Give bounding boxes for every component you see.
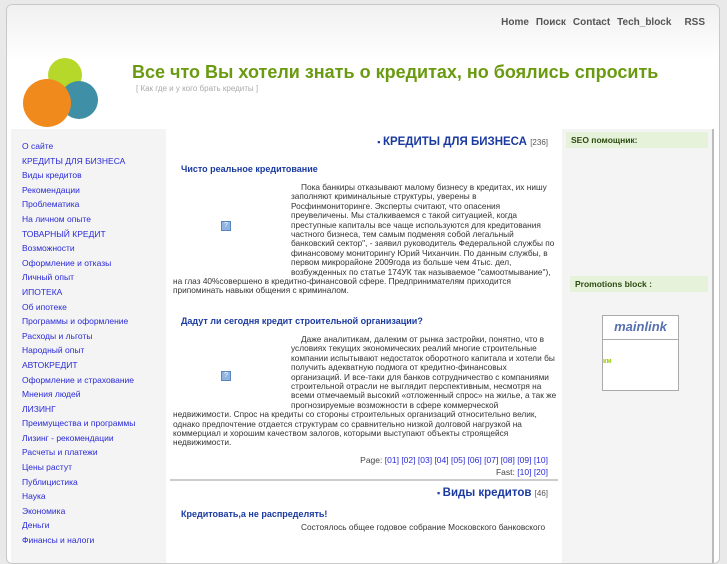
sidebar-item[interactable]: ЛИЗИНГ: [22, 402, 166, 417]
article-title[interactable]: Кредитовать,а не распределять!: [181, 509, 562, 519]
page-frame: Home Поиск Contact Tech_block RSS Все чт…: [6, 4, 720, 564]
page-link[interactable]: [02]: [401, 455, 415, 465]
sidebar-item[interactable]: Публицистика: [22, 475, 166, 490]
sidebar: О сайте КРЕДИТЫ ДЛЯ БИЗНЕСА Виды кредитов Р…: [11, 129, 166, 563]
sidebar-item[interactable]: Деньги: [22, 518, 166, 533]
sidebar-item[interactable]: ИПОТЕКА: [22, 285, 166, 300]
section-count: [236]: [530, 138, 548, 147]
section-heading: ▪ КРЕДИТЫ ДЛЯ БИЗНЕСА [236]: [377, 136, 548, 148]
top-nav: Home Поиск Contact Tech_block RSS: [501, 17, 705, 28]
nav-rss[interactable]: RSS: [684, 17, 705, 28]
page-link[interactable]: [06]: [468, 455, 482, 465]
sidebar-item[interactable]: Виды кредитов: [22, 168, 166, 183]
article-title[interactable]: Чисто реальное кредитование: [181, 164, 562, 174]
fast-label: Fast:: [495, 466, 515, 477]
page-link[interactable]: [07]: [484, 455, 498, 465]
sidebar-item[interactable]: Экономика: [22, 504, 166, 519]
page-link[interactable]: [05]: [451, 455, 465, 465]
main-content: ▪ КРЕДИТЫ ДЛЯ БИЗНЕСА [236] Чисто реальн…: [166, 129, 562, 563]
page-link[interactable]: [20]: [534, 467, 548, 477]
sidebar-item[interactable]: Наука: [22, 489, 166, 504]
section-count: [46]: [534, 489, 548, 498]
promo-text: км: [603, 358, 612, 365]
image-placeholder-icon: ?: [221, 370, 231, 381]
article: ? Даже аналитикам, далеким от рынка заст…: [166, 334, 562, 448]
sidebar-item[interactable]: Проблематика: [22, 197, 166, 212]
sidebar-item[interactable]: Об ипотеке: [22, 300, 166, 315]
sidebar-item[interactable]: О сайте: [22, 139, 166, 154]
web20-logo: [23, 58, 98, 127]
sidebar-item[interactable]: Финансы и налоги: [22, 533, 166, 548]
pagination: Page: [01] [02] [03] [04] [05] [06] [07]…: [166, 454, 562, 478]
nav-contact[interactable]: Contact: [573, 17, 610, 28]
article: Состоялось общее годовое собрание Москов…: [166, 522, 562, 532]
page-link[interactable]: [10]: [517, 467, 531, 477]
page-link[interactable]: [08]: [501, 455, 515, 465]
sidebar-item[interactable]: Оформление и отказы: [22, 256, 166, 271]
sidebar-item[interactable]: Возможности: [22, 241, 166, 256]
section-title[interactable]: КРЕДИТЫ ДЛЯ БИЗНЕСА: [383, 136, 527, 148]
sidebar-item[interactable]: Оформление и страхование: [22, 373, 166, 388]
promo-box-title: Promotions block :: [570, 276, 708, 292]
image-area: [173, 335, 291, 410]
mainlink-logo: mainlink: [603, 316, 678, 340]
right-column: SEO помощник: Promotions block : mainlin…: [562, 129, 714, 563]
sidebar-item[interactable]: Расходы и льготы: [22, 329, 166, 344]
nav-tech-block[interactable]: Tech_block: [617, 17, 671, 28]
sidebar-item[interactable]: Народный опыт: [22, 343, 166, 358]
sidebar-item[interactable]: Личный опыт: [22, 270, 166, 285]
sidebar-item[interactable]: Цены растут: [22, 460, 166, 475]
page-link[interactable]: [10]: [534, 455, 548, 465]
sidebar-item[interactable]: Рекомендации: [22, 183, 166, 198]
nav-search[interactable]: Поиск: [536, 17, 566, 28]
header: Home Поиск Contact Tech_block RSS Все чт…: [7, 5, 719, 129]
article-title[interactable]: Дадут ли сегодня кредит строительной орг…: [181, 316, 562, 326]
divider: [170, 479, 558, 481]
promo-banner[interactable]: mainlink км: [602, 315, 679, 391]
page-link[interactable]: [03]: [418, 455, 432, 465]
section-heading: ▪ Виды кредитов [46]: [436, 487, 548, 499]
page-link[interactable]: [01]: [385, 455, 399, 465]
site-title: Все что Вы хотели знать о кредитах, но б…: [132, 62, 659, 82]
article-text: Состоялось общее годовое собрание Москов…: [301, 522, 546, 532]
site-subtitle: [ Как где и у кого брать кредиты ]: [136, 84, 259, 93]
sidebar-item[interactable]: На личном опыте: [22, 212, 166, 227]
sidebar-item[interactable]: Программы и оформление: [22, 314, 166, 329]
sidebar-item[interactable]: КРЕДИТЫ ДЛЯ БИЗНЕСА: [22, 154, 166, 169]
image-placeholder-icon: ?: [221, 221, 231, 231]
page-link[interactable]: [09]: [517, 455, 531, 465]
sidebar-item[interactable]: Мнения людей: [22, 387, 166, 402]
page-label: Page:: [360, 454, 383, 465]
image-area: [173, 183, 291, 277]
seo-box-title: SEO помощник:: [566, 132, 708, 148]
section-title[interactable]: Виды кредитов: [443, 487, 532, 499]
article: ? Пока банкиры отказывают малому бизнесу…: [166, 182, 562, 296]
section-block: ▪ Виды кредитов [46] Кредитовать,а не ра…: [166, 479, 562, 563]
sidebar-item[interactable]: Преимущества и программы: [22, 416, 166, 431]
nav-home[interactable]: Home: [501, 17, 529, 28]
sidebar-item[interactable]: Лизинг - рекомендации: [22, 431, 166, 446]
sidebar-item[interactable]: Расчеты и платежи: [22, 445, 166, 460]
sidebar-item[interactable]: АВТОКРЕДИТ: [22, 358, 166, 373]
page-link[interactable]: [04]: [434, 455, 448, 465]
sidebar-item[interactable]: ТОВАРНЫЙ КРЕДИТ: [22, 227, 166, 242]
